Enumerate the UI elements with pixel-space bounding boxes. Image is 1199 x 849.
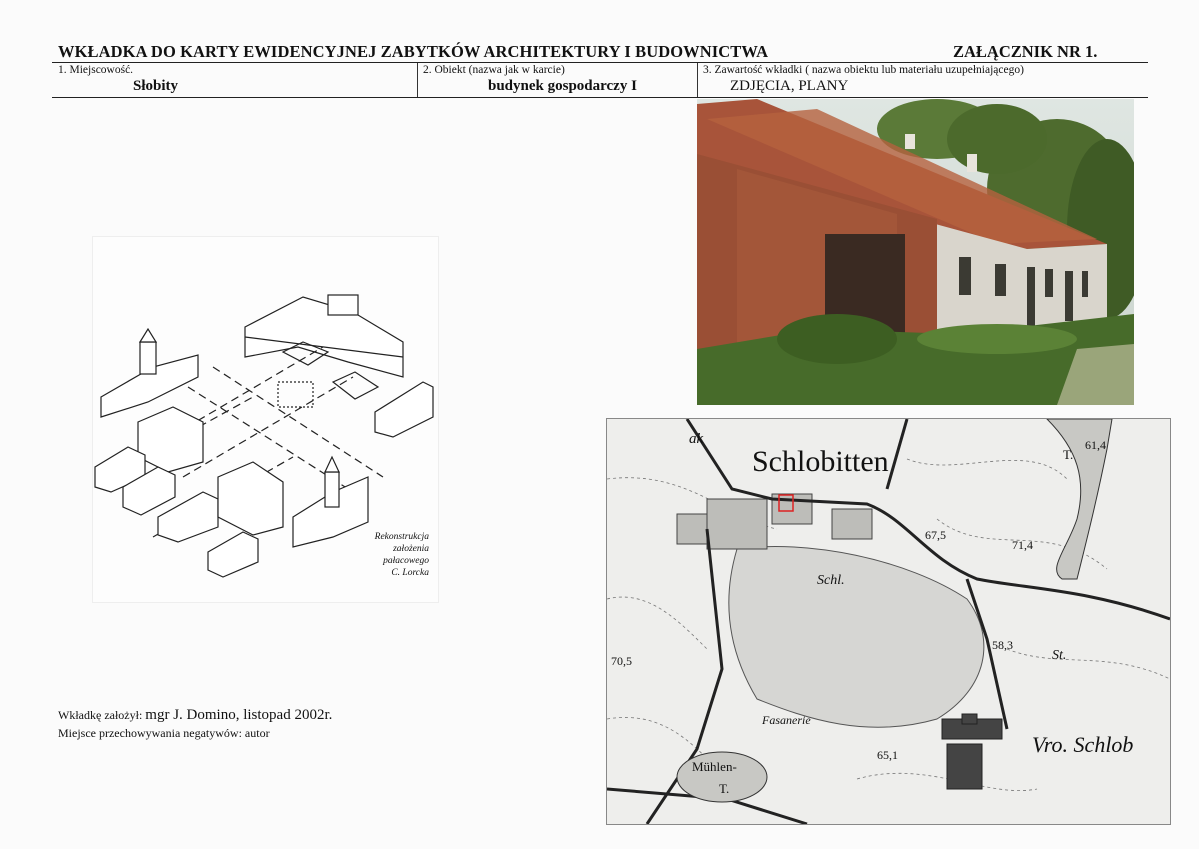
field-label-contents: 3. Zawartość wkładki ( nazwa obiektu lub… (703, 64, 1024, 76)
field-divider (697, 63, 698, 97)
created-by-label: Wkładkę założył: (58, 708, 143, 722)
map-label: T. (1063, 447, 1073, 462)
map-label: 71,4 (1012, 538, 1033, 552)
fields-rule (52, 97, 1148, 98)
field-value-object: budynek gospodarczy I (488, 78, 637, 94)
field-label-locality: 1. Miejscowość. (58, 64, 134, 76)
map-label: St. (1052, 648, 1066, 663)
map-label: Schl. (817, 573, 845, 588)
field-value-contents: ZDJĘCIA, PLANY (730, 78, 849, 94)
field-divider (417, 63, 418, 97)
map-label: 58,3 (992, 638, 1013, 652)
caption-line: C. Lorcka (391, 568, 429, 578)
annex-number: ZAŁĄCZNIK NR 1. (953, 42, 1098, 61)
field-label-object: 2. Obiekt (nazwa jak w karcie) (423, 64, 565, 76)
map-label: 61,4 (1085, 438, 1106, 452)
map-label: T. (719, 781, 729, 796)
map-label: 67,5 (925, 528, 946, 542)
document-title: WKŁADKA DO KARTY EWIDENCYJNEJ ZABYTKÓW A… (58, 42, 769, 61)
map-label: Vro. Schlob (1032, 732, 1133, 757)
historical-map: Schlobitten ak Schl. St. Fasanerie Mühle… (606, 418, 1171, 825)
negatives-storage: Miejsce przechowywania negatywów: autor (58, 726, 270, 740)
building-photo (697, 99, 1134, 405)
caption-line: Rekonstrukcja (374, 532, 429, 542)
drawing-caption: Rekonstrukcja założenia pałacowego C. Lo… (355, 531, 429, 579)
map-title: Schlobitten (752, 445, 889, 478)
created-by-value: mgr J. Domino, listopad 2002r. (145, 707, 333, 723)
header-rule (52, 62, 1148, 63)
field-value-locality: Słobity (133, 78, 179, 94)
map-label: Mühlen- (692, 759, 737, 774)
map-label: 70,5 (611, 654, 632, 668)
created-by: Wkładkę założył: mgr J. Domino, listopad… (58, 707, 332, 724)
palace-reconstruction-drawing: Rekonstrukcja założenia pałacowego C. Lo… (92, 236, 439, 603)
map-label: Fasanerie (761, 713, 811, 727)
map-label: ak (689, 431, 704, 447)
caption-line: założenia pałacowego (383, 544, 429, 566)
document-sheet: WKŁADKA DO KARTY EWIDENCYJNEJ ZABYTKÓW A… (0, 0, 1199, 849)
map-label: 65,1 (877, 748, 898, 762)
